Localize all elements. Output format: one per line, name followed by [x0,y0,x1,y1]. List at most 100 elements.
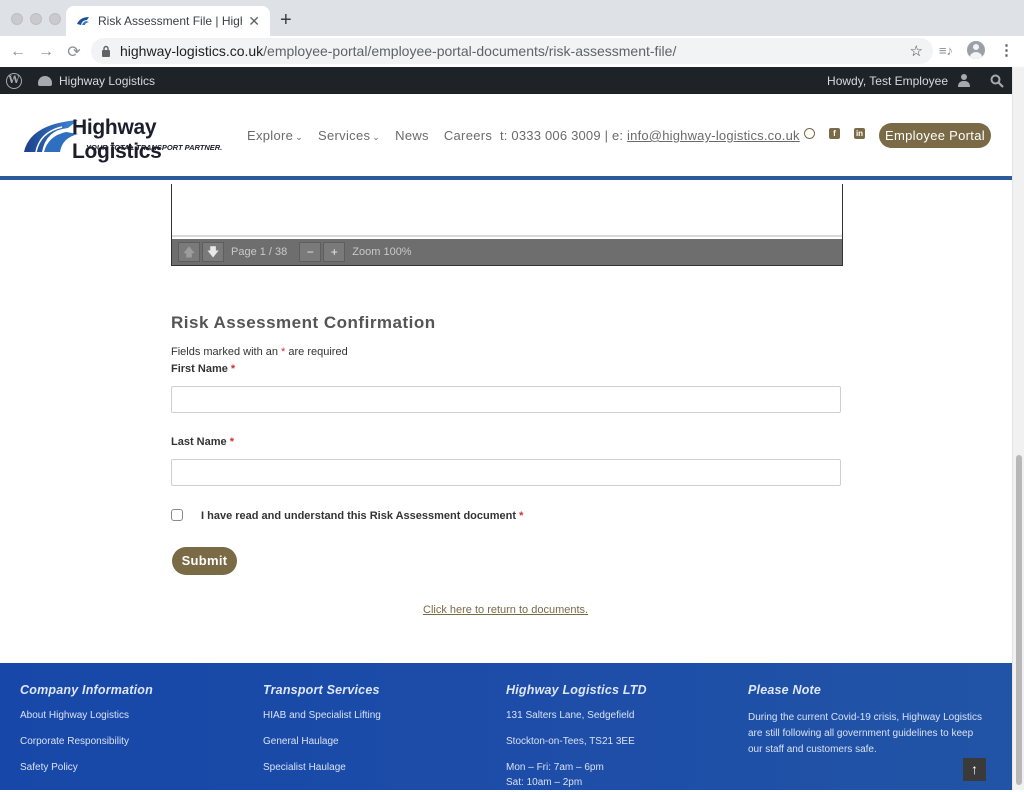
zoom-out-button[interactable]: − [299,242,322,262]
required-fields-note: Fields marked with an * are required [171,346,348,358]
footer-link[interactable]: Specialist Haulage [263,762,381,773]
required-asterisk: * [230,363,236,375]
required-note-prefix: Fields marked with an [171,346,282,358]
previous-page-icon[interactable]: 🡅 [178,242,200,262]
back-to-top-button[interactable]: ↑ [963,758,986,781]
dashboard-icon [38,75,52,86]
first-name-input[interactable] [171,386,841,413]
pdf-viewer: 🡅 🡇 Page 1 / 38 − + Zoom 100% [171,184,843,266]
linkedin-icon[interactable]: in [854,128,865,139]
browser-tab-bar: Risk Assessment File | Highway ✕ + [0,0,1024,36]
address-line: Stockton-on-Tees, TS21 3EE [506,736,635,747]
contact-info: t: 0333 006 3009 | e: info@highway-logis… [500,128,800,143]
site-logo[interactable]: Highway Logistics YOUR TOTAL TRANSPORT P… [22,116,232,163]
howdy-user-link[interactable]: Howdy, Test Employee [827,74,948,88]
url-path: /employee-portal/employee-portal-documen… [263,43,677,59]
return-to-documents-link[interactable]: Click here to return to documents. [423,604,588,616]
required-asterisk: * [229,436,234,448]
footer-link[interactable]: HIAB and Specialist Lifting [263,710,381,721]
covid-note: During the current Covid-19 crisis, High… [748,712,982,755]
acknowledge-checkbox[interactable] [171,509,183,521]
page-scrollbar[interactable] [1012,67,1024,790]
form-title: Risk Assessment Confirmation [171,313,436,332]
minimize-window-button[interactable] [30,13,42,25]
forward-icon[interactable]: → [32,43,60,61]
footer-column-company: Company Information About Highway Logist… [20,683,153,788]
footer-link[interactable]: General Haulage [263,736,381,747]
employee-portal-button[interactable]: Employee Portal [879,123,991,148]
back-icon[interactable]: ← [4,43,32,61]
footer-column-address: Highway Logistics LTD 131 Salters Lane, … [506,683,647,792]
lock-icon [102,45,110,57]
tab-close-icon[interactable]: ✕ [248,13,260,30]
footer-heading: Please Note [748,683,822,697]
opening-hours: Mon – Fri: 7am – 6pm [506,762,604,773]
first-name-label: First Name * [171,363,235,375]
browser-tab-active[interactable]: Risk Assessment File | Highway ✕ [66,6,270,36]
wordpress-logo-icon[interactable]: W [6,72,22,89]
nav-item-explore[interactable]: Explore ⌄ [247,128,303,143]
footer-heading: Highway Logistics LTD [506,683,647,697]
zoom-indicator: Zoom 100% [352,246,412,258]
browser-menu-icon[interactable]: ⋮ [999,41,1014,59]
user-icon[interactable] [958,74,970,87]
wp-admin-bar: W Highway Logistics Howdy, Test Employee [0,67,1012,94]
last-name-label: Last Name * [171,436,234,448]
admin-site-name-link[interactable]: Highway Logistics [59,74,155,88]
maximize-window-button[interactable] [49,13,61,25]
required-asterisk: * [519,510,524,522]
scrollbar-thumb[interactable] [1016,455,1022,785]
pdf-page-area[interactable] [172,184,842,237]
tab-title: Risk Assessment File | Highway [98,14,242,28]
page-indicator: Page 1 / 38 [231,246,288,258]
label-text: Last Name [171,436,227,448]
pdf-toolbar: 🡅 🡇 Page 1 / 38 − + Zoom 100% [172,239,842,265]
submit-button[interactable]: Submit [172,547,237,575]
reload-icon[interactable]: ⟳ [60,42,88,62]
url-text: highway-logistics.co.uk/employee-portal/… [120,43,676,59]
address-line: 131 Salters Lane, Sedgefield [506,710,635,721]
profile-avatar-icon[interactable] [967,41,985,59]
acknowledge-checkbox-label[interactable]: I have read and understand this Risk Ass… [201,510,523,522]
nav-label: Explore [247,128,294,143]
footer-link[interactable]: About Highway Logistics [20,710,153,721]
media-control-icon[interactable]: ≡♪ [939,43,953,58]
footer-column-note: Please Note During the current Covid-19 … [748,683,988,758]
next-page-icon[interactable]: 🡇 [202,242,224,262]
required-note-suffix: are required [285,346,348,358]
site-header: Highway Logistics YOUR TOTAL TRANSPORT P… [0,94,1012,180]
label-text: First Name [171,363,228,375]
phone-text: t: 0333 006 3009 | e: [500,128,628,143]
logo-brand-name: Highway Logistics [72,116,162,163]
main-navigation: Explore ⌄ Services ⌄ News Careers [247,128,492,143]
label-text: I have read and understand this Risk Ass… [201,510,517,522]
last-name-input[interactable] [171,459,841,486]
address-bar[interactable]: highway-logistics.co.uk/employee-portal/… [91,38,933,64]
footer-link[interactable]: Corporate Responsibility [20,736,153,747]
opening-hours: Sat: 10am – 2pm [506,777,583,788]
whatsapp-icon[interactable] [804,128,815,139]
close-window-button[interactable] [11,13,23,25]
footer-column-services: Transport Services HIAB and Specialist L… [263,683,381,788]
search-icon[interactable] [990,74,1004,88]
social-links: f in [804,128,865,139]
window-controls [11,13,61,25]
chevron-down-icon: ⌄ [372,132,381,142]
nav-label: Services [318,128,371,143]
footer-link[interactable]: Safety Policy [20,762,153,773]
new-tab-button[interactable]: + [280,9,292,32]
nav-item-news[interactable]: News [395,128,429,143]
email-link[interactable]: info@highway-logistics.co.uk [627,128,800,143]
chevron-down-icon: ⌄ [295,132,304,142]
nav-item-careers[interactable]: Careers [444,128,492,143]
logo-tagline: YOUR TOTAL TRANSPORT PARTNER. [86,143,223,152]
facebook-icon[interactable]: f [829,128,840,139]
url-host: highway-logistics.co.uk [120,43,264,59]
site-footer: Company Information About Highway Logist… [0,663,1012,790]
footer-heading: Company Information [20,683,153,697]
nav-item-services[interactable]: Services ⌄ [318,128,380,143]
bookmark-star-icon[interactable]: ☆ [910,42,923,60]
browser-toolbar: ← → ⟳ highway-logistics.co.uk/employee-p… [0,36,1024,67]
site-favicon-icon [77,17,89,25]
zoom-in-button[interactable]: + [323,242,346,262]
